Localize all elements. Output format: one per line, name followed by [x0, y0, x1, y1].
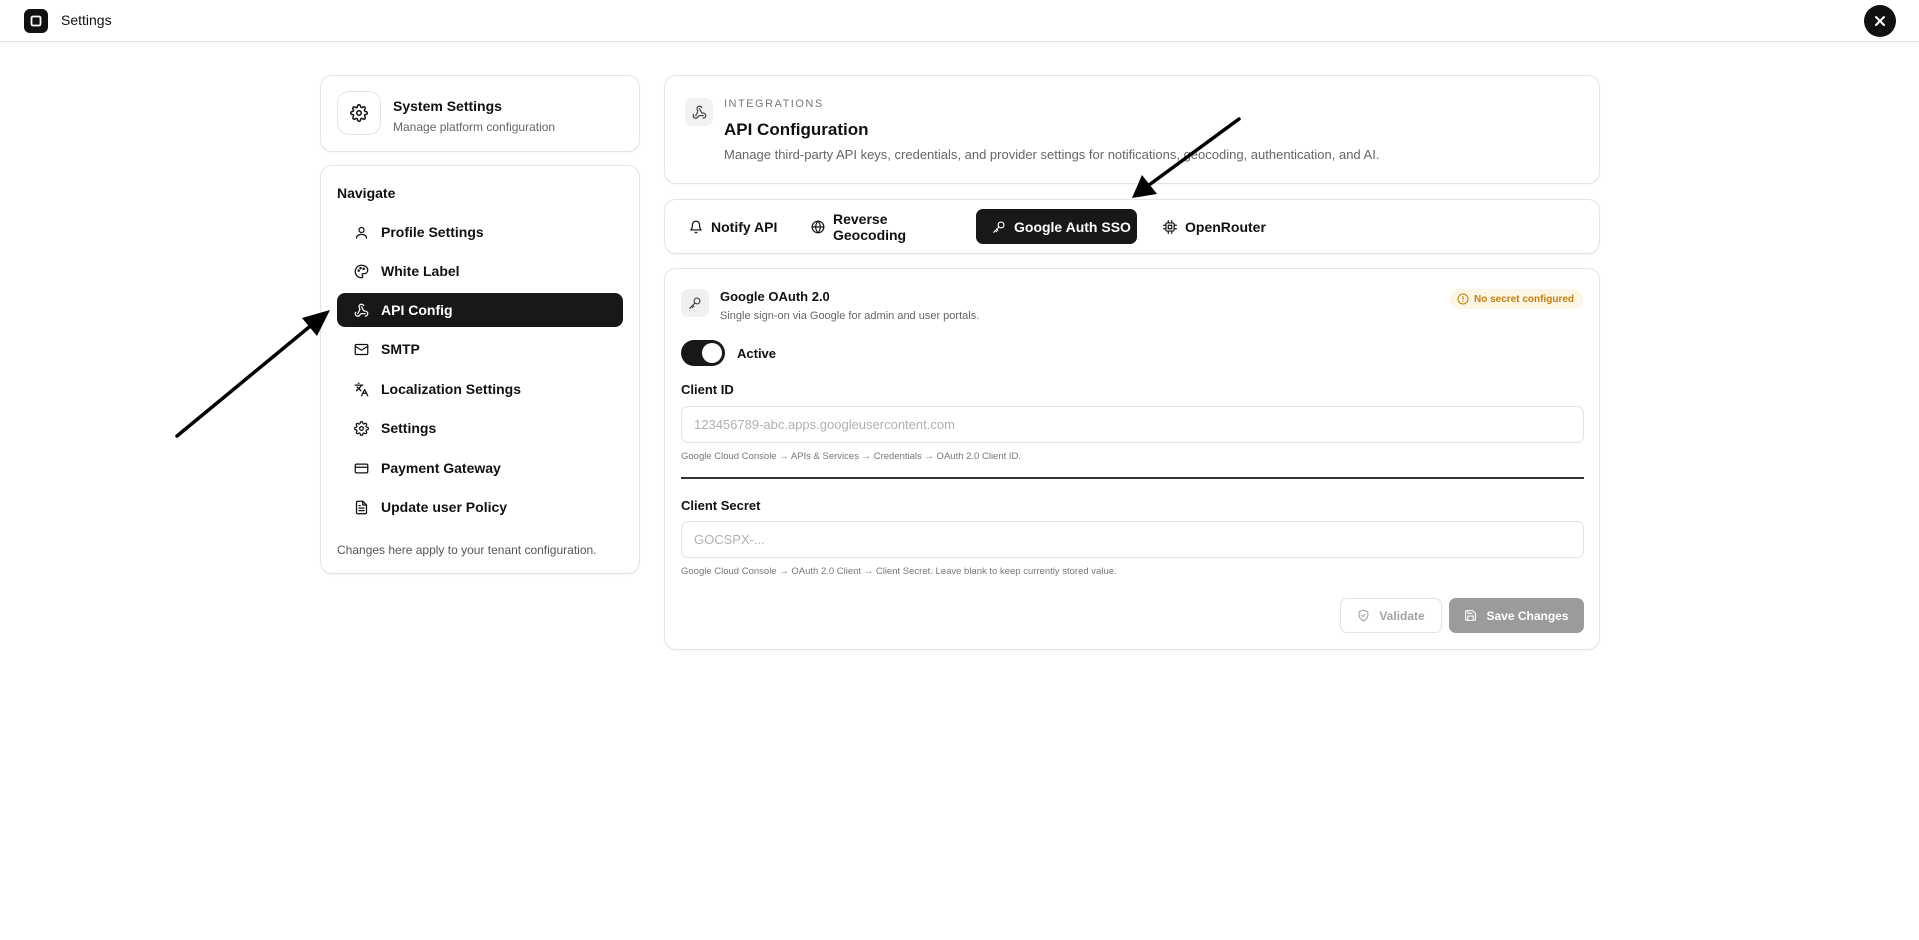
- navigate-heading: Navigate: [337, 185, 396, 201]
- oauth-title: Google OAuth 2.0: [720, 289, 830, 304]
- tab-reverse-geocoding[interactable]: Reverse Geocoding: [795, 209, 957, 244]
- active-toggle[interactable]: [681, 340, 725, 366]
- tab-notify-api[interactable]: Notify API: [673, 209, 782, 244]
- sidebar-item-label: SMTP: [381, 341, 420, 357]
- app-title: Settings: [61, 12, 112, 28]
- page-title: API Configuration: [724, 120, 869, 139]
- tab-label: Google Auth SSO: [1014, 218, 1131, 235]
- webhook-icon: [685, 98, 713, 126]
- bell-icon: [689, 220, 703, 234]
- app-square-icon: [24, 9, 48, 33]
- api-configuration-header: INTEGRATIONS API Configuration Manage th…: [664, 75, 1600, 184]
- tab-openrouter[interactable]: OpenRouter: [1147, 209, 1266, 244]
- client-secret-hint: Google Cloud Console → OAuth 2.0 Client …: [681, 566, 1117, 577]
- navigate-footer-note: Changes here apply to your tenant config…: [337, 543, 597, 557]
- validate-button[interactable]: Validate: [1340, 598, 1442, 633]
- sidebar-item-label: White Label: [381, 263, 460, 279]
- client-secret-input[interactable]: [681, 521, 1584, 558]
- sidebar-item-smtp[interactable]: SMTP: [337, 332, 623, 366]
- key-icon: [681, 289, 709, 317]
- document-icon: [353, 499, 369, 515]
- sidebar-item-settings[interactable]: Settings: [337, 411, 623, 445]
- tab-label: OpenRouter: [1185, 218, 1266, 235]
- credit-card-icon: [353, 460, 369, 476]
- mail-icon: [353, 341, 369, 357]
- system-settings-card: System Settings Manage platform configur…: [320, 75, 640, 152]
- sidebar-item-label: Update user Policy: [381, 499, 508, 515]
- sidebar-item-label: Payment Gateway: [381, 460, 501, 476]
- shield-check-icon: [1358, 609, 1369, 622]
- key-icon: [992, 220, 1006, 234]
- sidebar-item-label: Localization Settings: [381, 381, 522, 397]
- sidebar-item-payment-gateway[interactable]: Payment Gateway: [337, 451, 623, 485]
- client-id-input[interactable]: [681, 406, 1584, 443]
- top-bar: Settings: [0, 0, 1919, 42]
- client-secret-label: Client Secret: [681, 498, 761, 513]
- client-id-hint: Google Cloud Console → APIs & Services →…: [681, 451, 1022, 462]
- navigate-card: Navigate Profile Settings White Label AP…: [320, 165, 640, 574]
- toggle-knob: [702, 343, 722, 363]
- client-id-label: Client ID: [681, 382, 734, 397]
- sidebar-item-label: API Config: [381, 302, 453, 318]
- validate-button-label: Validate: [1379, 608, 1425, 623]
- save-changes-button[interactable]: Save Changes: [1449, 598, 1584, 633]
- webhook-icon: [353, 302, 369, 318]
- tab-label: Reverse Geocoding: [833, 210, 907, 243]
- page-subtitle: Manage third-party API keys, credentials…: [724, 147, 1380, 162]
- sidebar-item-update-user-policy[interactable]: Update user Policy: [337, 490, 623, 524]
- cpu-icon: [1163, 219, 1177, 234]
- divider: [681, 477, 1584, 479]
- sidebar-item-localization-settings[interactable]: Localization Settings: [337, 372, 623, 406]
- annotation-arrow-api-config: [175, 310, 330, 438]
- languages-icon: [353, 381, 369, 397]
- status-badge: No secret configured: [1450, 289, 1584, 309]
- tab-google-auth-sso[interactable]: Google Auth SSO: [976, 209, 1137, 244]
- status-badge-label: No secret configured: [1474, 293, 1575, 305]
- sidebar-item-white-label[interactable]: White Label: [337, 254, 623, 288]
- sidebar-item-label: Settings: [381, 420, 437, 436]
- section-eyebrow: INTEGRATIONS: [724, 98, 824, 110]
- gear-icon: [337, 91, 381, 135]
- save-icon: [1465, 610, 1477, 621]
- gear-icon: [353, 420, 369, 436]
- globe-icon: [811, 220, 825, 234]
- system-settings-subtitle: Manage platform configuration: [393, 120, 556, 134]
- google-oauth-card: Google OAuth 2.0 Single sign-on via Goog…: [664, 268, 1600, 650]
- system-settings-title: System Settings: [393, 98, 502, 114]
- palette-icon: [353, 263, 369, 279]
- tab-label: Notify API: [711, 218, 778, 235]
- close-button[interactable]: [1864, 5, 1896, 37]
- sidebar-item-api-config[interactable]: API Config: [337, 293, 623, 327]
- sidebar-item-profile-settings[interactable]: Profile Settings: [337, 215, 623, 249]
- user-icon: [353, 224, 369, 240]
- close-icon: [1875, 16, 1885, 26]
- sidebar-item-label: Profile Settings: [381, 224, 484, 240]
- save-changes-button-label: Save Changes: [1486, 608, 1569, 623]
- provider-tabs: Notify API Reverse Geocoding Google Auth…: [664, 199, 1600, 254]
- info-circle-icon: [1457, 293, 1469, 305]
- active-toggle-label: Active: [737, 346, 777, 361]
- oauth-subtitle: Single sign-on via Google for admin and …: [720, 310, 980, 322]
